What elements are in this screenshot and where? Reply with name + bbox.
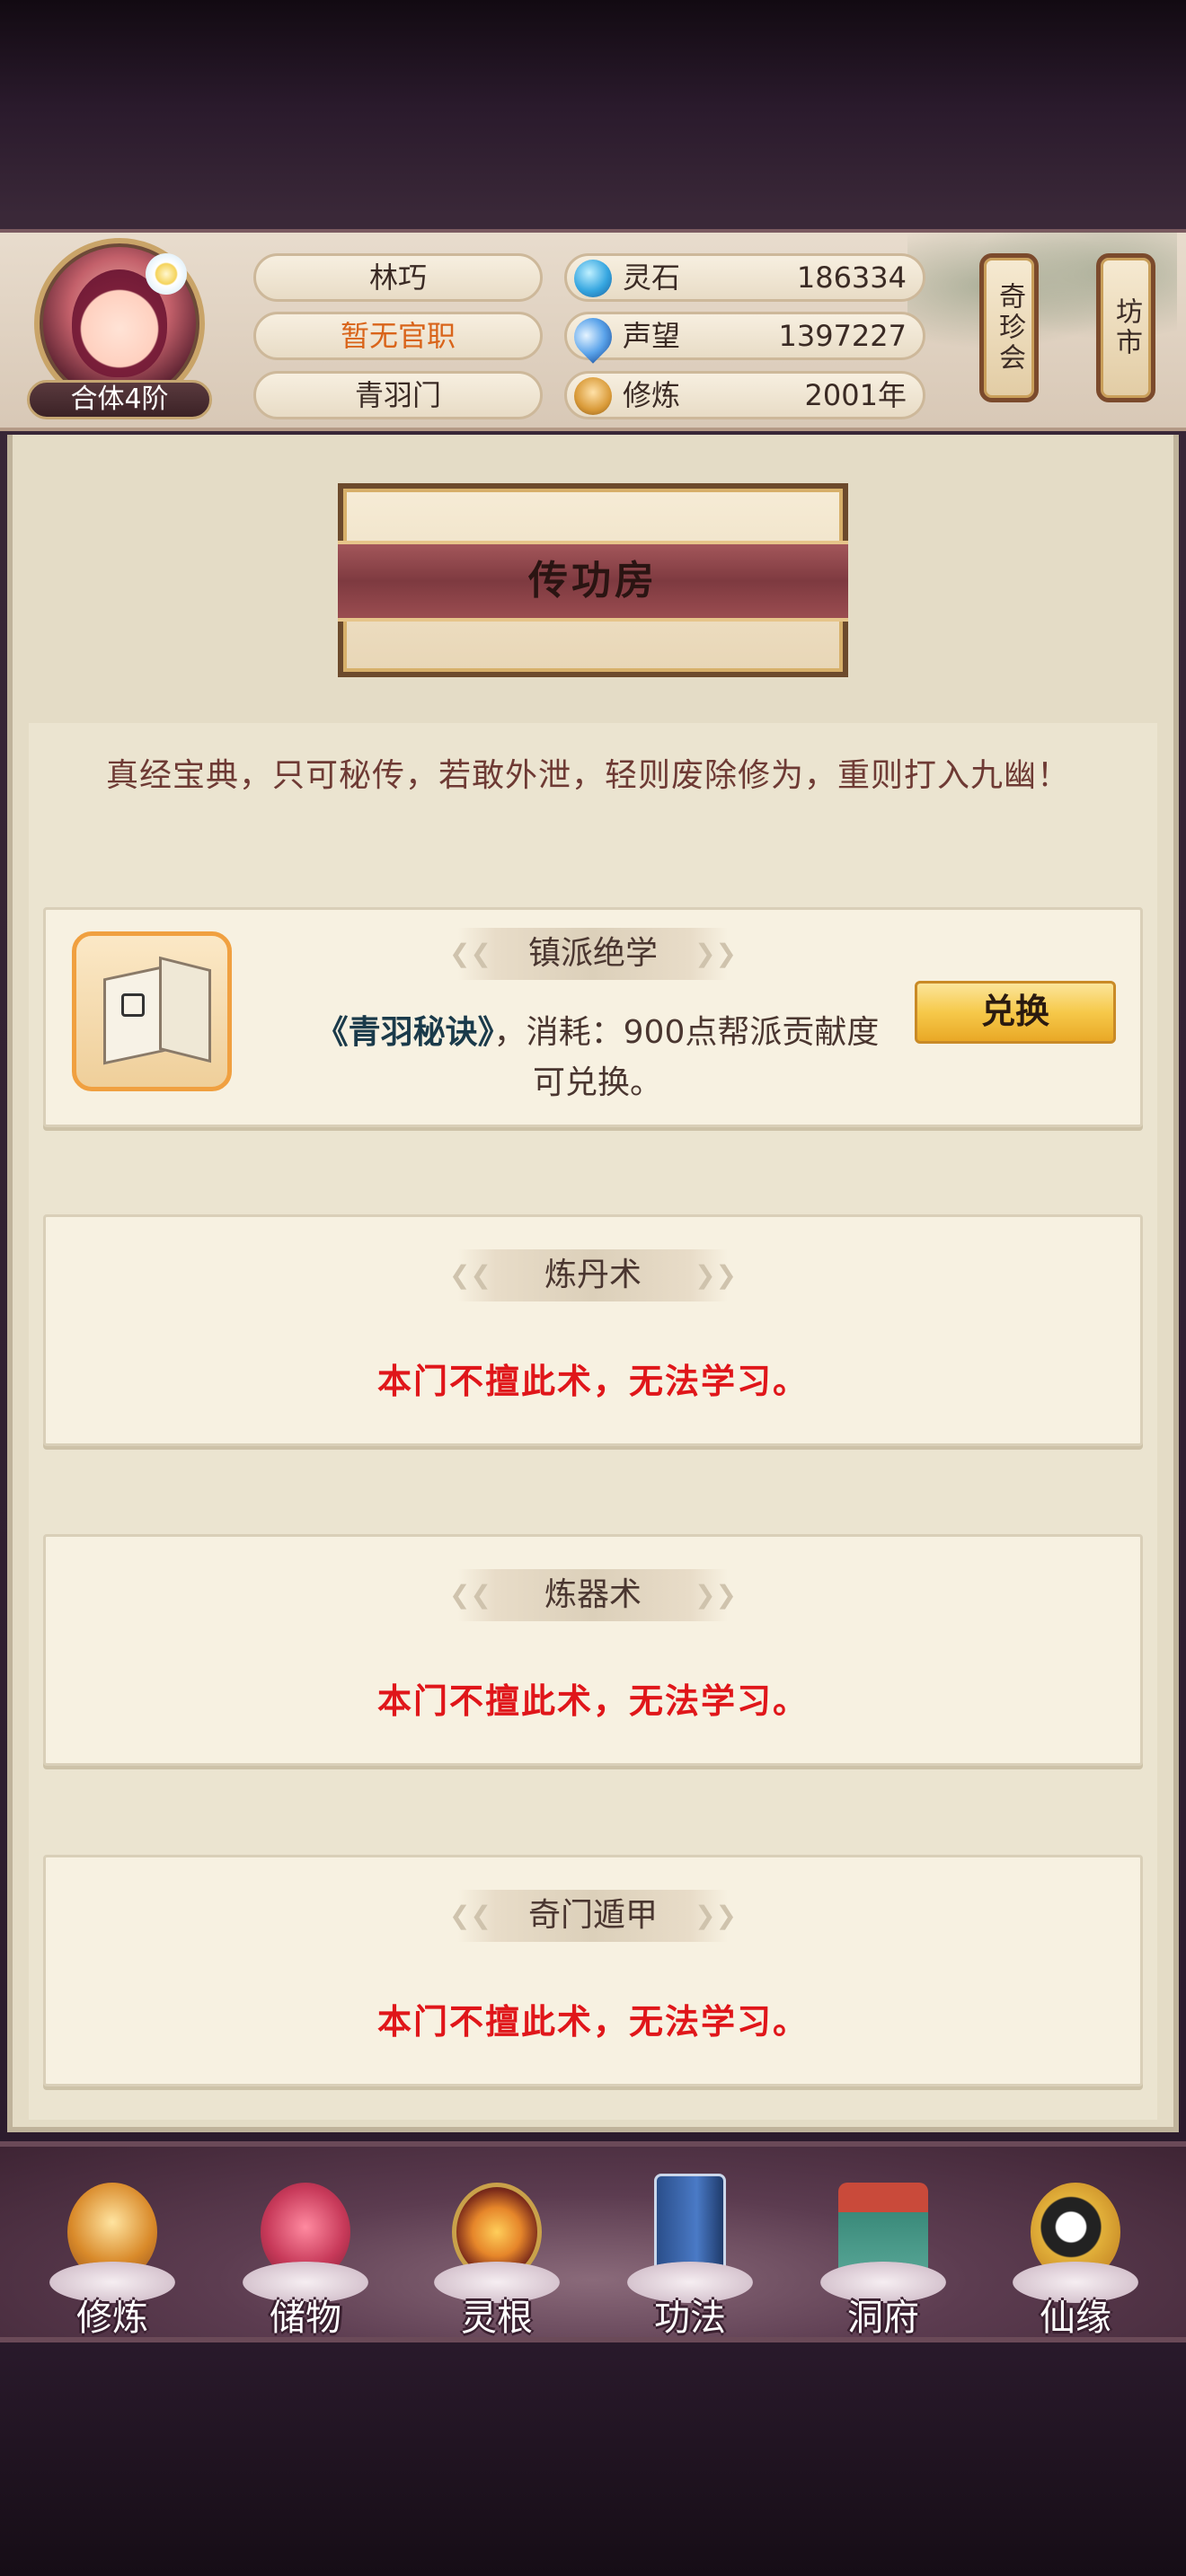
nav-label: 灵根 [461,2298,533,2339]
realm-rank-badge: 合体4阶 [27,380,212,419]
official-title[interactable]: 暂无官职 [253,312,543,360]
page-title-plaque: 传功房 [338,483,848,677]
nav-cave-dwelling[interactable]: 洞府 [807,2174,960,2340]
nav-storage[interactable]: 储物 [229,2174,382,2340]
resource-value: 2001年 [804,378,907,412]
exchange-button[interactable]: 兑换 [915,981,1116,1044]
resource-fame[interactable]: 声望 1397227 [564,310,925,364]
technique-book-icon[interactable] [72,931,232,1091]
alchemy-card: 炼丹术 本门不擅此术，无法学习。 [43,1214,1143,1446]
nav-label: 功法 [654,2298,726,2339]
resource-spirit-stone[interactable]: 灵石 186334 [564,253,925,302]
nav-label: 储物 [270,2298,341,2339]
treasure-hall-button[interactable]: 奇珍会 [979,253,1039,402]
resource-cultivation[interactable]: 修炼 2001年 [564,371,925,419]
intro-text: 真经宝典，只可秘传，若敢外泄，轻则废除修为，重则打入九幽！ [106,757,1071,794]
card-title: 镇派绝学 [449,928,737,980]
unavailable-message: 本门不擅此术，无法学习。 [376,1681,809,1721]
market-button[interactable]: 坊市 [1096,253,1155,402]
crafting-card: 炼器术 本门不擅此术，无法学习。 [43,1534,1143,1766]
sect-name[interactable]: 青羽门 [253,371,543,419]
resource-value: 186334 [796,260,907,295]
unavailable-message: 本门不擅此术，无法学习。 [376,1362,809,1401]
card-title: 奇门遁甲 [449,1890,737,1942]
card-title: 炼器术 [449,1569,737,1621]
nav-label: 仙缘 [1040,2298,1111,2339]
nav-immortal-fate[interactable]: 仙缘 [999,2174,1152,2340]
nav-technique[interactable]: 功法 [614,2174,766,2340]
technique-cost: ，消耗：900点帮派贡献度可兑换。 [493,1014,880,1101]
unavailable-message: 本门不擅此术，无法学习。 [376,2002,809,2042]
technique-name: 《青羽秘诀》 [315,1014,494,1051]
technique-description: 《青羽秘诀》，消耗：900点帮派贡献度可兑换。 [314,1008,881,1108]
nav-label: 洞府 [847,2298,919,2339]
resource-value: 1397227 [778,319,907,353]
card-title: 炼丹术 [449,1249,737,1301]
page-title: 传功房 [528,558,658,604]
nav-cultivation[interactable]: 修炼 [36,2174,189,2340]
nav-spirit-root[interactable]: 灵根 [420,2174,573,2340]
nav-label: 修炼 [76,2298,148,2339]
player-name: 林巧 [253,253,543,302]
qimen-card: 奇门遁甲 本门不擅此术，无法学习。 [43,1855,1143,2086]
flower-icon [146,253,187,295]
